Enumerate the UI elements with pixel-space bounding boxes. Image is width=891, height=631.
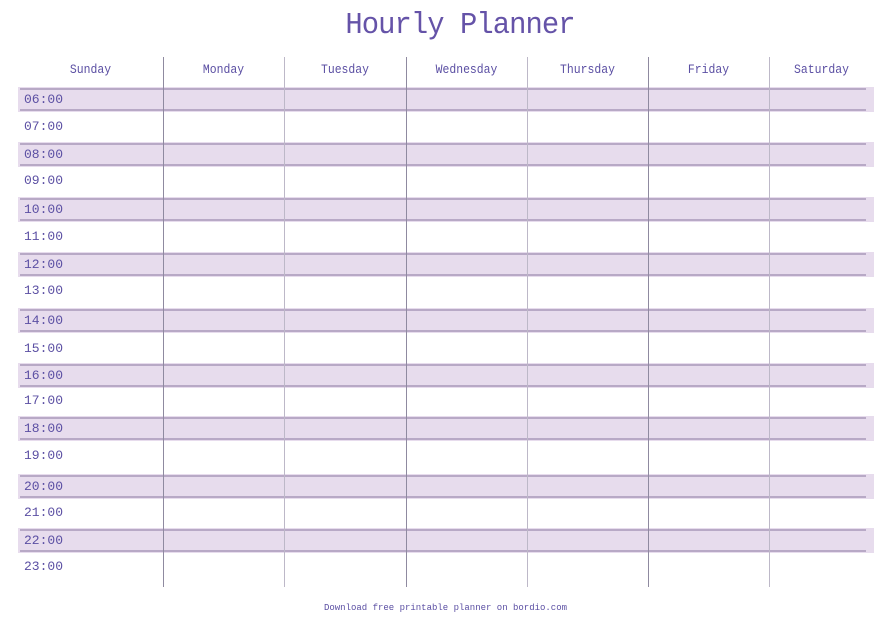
column-divider [406, 57, 407, 587]
row-line-bottom [20, 219, 866, 221]
row-line-top [20, 143, 866, 145]
row-line-top [20, 529, 866, 531]
row-line-bottom [20, 385, 866, 387]
row-line-top [20, 475, 866, 477]
time-label: 20:00 [24, 479, 64, 494]
time-label: 22:00 [24, 533, 64, 548]
time-label: 15:00 [24, 341, 64, 356]
time-label: 06:00 [24, 92, 64, 107]
time-label: 13:00 [24, 283, 64, 298]
time-label: 16:00 [24, 368, 64, 383]
time-label: 08:00 [24, 147, 64, 162]
time-label: 21:00 [24, 505, 64, 520]
day-header-thursday: Thursday [560, 62, 615, 77]
time-label: 09:00 [24, 173, 64, 188]
row-line-bottom [20, 550, 866, 552]
row-line-bottom [20, 109, 866, 111]
shaded-row [18, 308, 874, 333]
day-header-saturday: Saturday [794, 62, 849, 77]
column-divider [284, 57, 285, 587]
time-label: 19:00 [24, 448, 64, 463]
column-divider [769, 57, 770, 587]
time-label: 11:00 [24, 229, 64, 244]
row-line-bottom [20, 330, 866, 332]
shaded-row [18, 363, 874, 388]
shaded-row [18, 87, 874, 112]
shaded-row [18, 197, 874, 222]
time-label: 07:00 [24, 119, 64, 134]
footer-credit: Download free printable planner on bordi… [323, 603, 568, 613]
row-line-bottom [20, 164, 866, 166]
column-divider [527, 57, 528, 587]
row-line-top [20, 309, 866, 311]
time-label: 23:00 [24, 559, 64, 574]
shaded-row [18, 416, 874, 441]
row-line-top [20, 88, 866, 90]
time-label: 10:00 [24, 202, 64, 217]
row-line-top [20, 364, 866, 366]
day-header-sunday: Sunday [69, 62, 112, 77]
row-line-top [20, 198, 866, 200]
time-label: 18:00 [24, 421, 64, 436]
day-header-wednesday: Wednesday [435, 62, 498, 77]
shaded-row [18, 252, 874, 277]
planner-grid: Sunday Monday Tuesday Wednesday Thursday… [0, 0, 891, 631]
row-line-bottom [20, 496, 866, 498]
day-header-tuesday: Tuesday [320, 62, 370, 77]
day-header-friday: Friday [687, 62, 730, 77]
row-line-top [20, 253, 866, 255]
shaded-row [18, 528, 874, 553]
row-line-bottom [20, 274, 866, 276]
column-divider [648, 57, 649, 587]
time-label: 17:00 [24, 393, 64, 408]
time-label: 14:00 [24, 313, 64, 328]
row-line-top [20, 417, 866, 419]
shaded-row [18, 142, 874, 167]
shaded-row [18, 474, 874, 499]
day-header-monday: Monday [202, 62, 245, 77]
time-label: 12:00 [24, 257, 64, 272]
column-divider [163, 57, 164, 587]
row-line-bottom [20, 438, 866, 440]
